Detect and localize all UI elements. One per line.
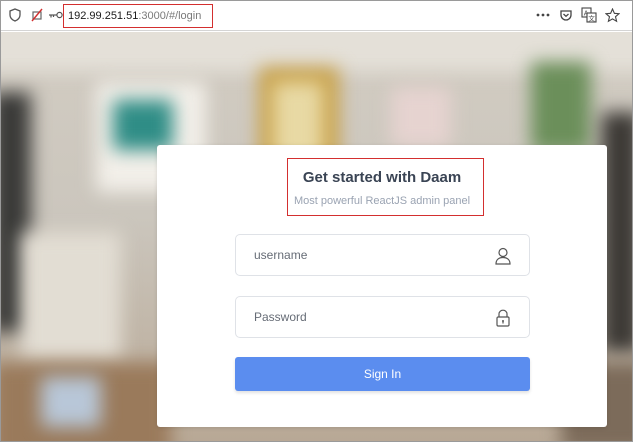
translate-icon[interactable]: A文 — [581, 7, 597, 23]
user-icon — [495, 247, 511, 265]
sign-in-button[interactable]: Sign In — [235, 357, 530, 391]
pocket-icon[interactable] — [558, 7, 574, 23]
svg-text:文: 文 — [588, 13, 595, 22]
url-host: 192.99.251.51 — [68, 10, 139, 22]
username-field[interactable] — [235, 234, 530, 276]
login-title: Get started with Daam — [302, 169, 462, 186]
login-subtitle: Most powerful ReactJS admin panel — [293, 195, 471, 207]
password-field[interactable] — [235, 296, 530, 338]
url-path: :3000/#/login — [138, 10, 202, 22]
username-input[interactable] — [236, 235, 476, 275]
more-dots-icon[interactable] — [535, 7, 551, 23]
lock-icon — [495, 309, 511, 327]
blocked-permission-icon[interactable] — [29, 7, 45, 23]
shield-icon[interactable] — [7, 7, 23, 23]
browser-window: 192.99.251.51:3000/#/login A文 Get starte — [0, 0, 633, 442]
password-input[interactable] — [236, 297, 476, 337]
login-card: Get started with Daam Most powerful Reac… — [157, 145, 607, 427]
url-bar[interactable]: 192.99.251.51:3000/#/login — [63, 4, 213, 28]
bookmark-star-icon[interactable] — [604, 7, 620, 23]
highlight-box — [287, 158, 484, 216]
browser-toolbar: 192.99.251.51:3000/#/login A文 — [1, 1, 632, 31]
